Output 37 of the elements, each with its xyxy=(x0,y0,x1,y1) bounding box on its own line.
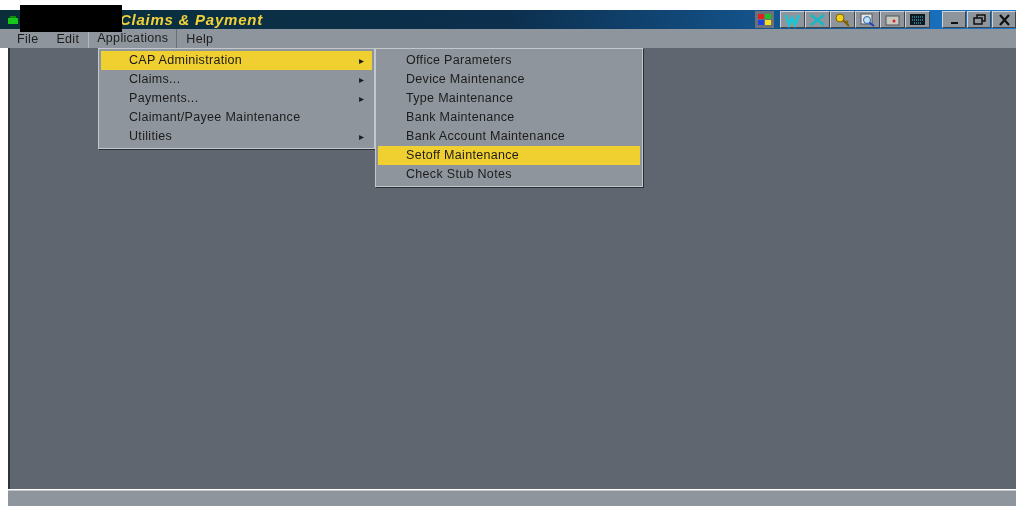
letter-x-icon xyxy=(808,11,827,28)
windows-logo-icon xyxy=(755,11,774,28)
menu-item[interactable]: Payments... ▸ xyxy=(101,89,372,108)
restore-icon xyxy=(970,12,988,27)
close-button[interactable] xyxy=(992,11,1016,28)
menu-item[interactable]: Check Stub Notes xyxy=(378,165,640,184)
key-button[interactable] xyxy=(830,11,855,28)
letter-x-button[interactable] xyxy=(805,11,830,28)
submenu-arrow: ▸ xyxy=(358,92,364,106)
menu-item[interactable]: Edit xyxy=(47,29,89,48)
menu-item[interactable]: Help xyxy=(177,29,223,48)
submenu-arrow: ▸ xyxy=(358,54,364,68)
letter-w-button[interactable] xyxy=(780,11,805,28)
minimize-button[interactable] xyxy=(942,11,966,28)
restore-button[interactable] xyxy=(967,11,991,28)
menu-item[interactable]: Setoff Maintenance xyxy=(378,146,640,165)
menu-item[interactable]: Bank Maintenance xyxy=(378,108,640,127)
menu-item[interactable]: Claims... ▸ xyxy=(101,70,372,89)
magnifier-button[interactable] xyxy=(855,11,880,28)
menu-item[interactable]: Type Maintenance xyxy=(378,89,640,108)
minimize-icon xyxy=(950,22,958,24)
keyboard-button[interactable] xyxy=(905,11,930,28)
submenu-arrow: ▸ xyxy=(358,130,364,144)
key-icon xyxy=(833,11,852,28)
magnifier-icon xyxy=(858,11,877,28)
menu-item[interactable]: CAP Administration ▸ xyxy=(101,51,372,70)
menu-item[interactable]: Office Parameters xyxy=(378,51,640,70)
window-title: Claims & Payment xyxy=(120,12,263,27)
keyboard-icon xyxy=(908,11,927,28)
menu-item[interactable]: Device Maintenance xyxy=(378,70,640,89)
menu-item[interactable]: File xyxy=(8,29,48,48)
menu-item[interactable]: Utilities ▸ xyxy=(101,127,372,146)
menu-item[interactable]: Claimant/Payee Maintenance xyxy=(101,108,372,127)
windows-logo-button[interactable] xyxy=(755,11,774,28)
menu-item[interactable]: Bank Account Maintenance xyxy=(378,127,640,146)
submenu-arrow: ▸ xyxy=(358,73,364,87)
app-icon xyxy=(8,15,18,24)
